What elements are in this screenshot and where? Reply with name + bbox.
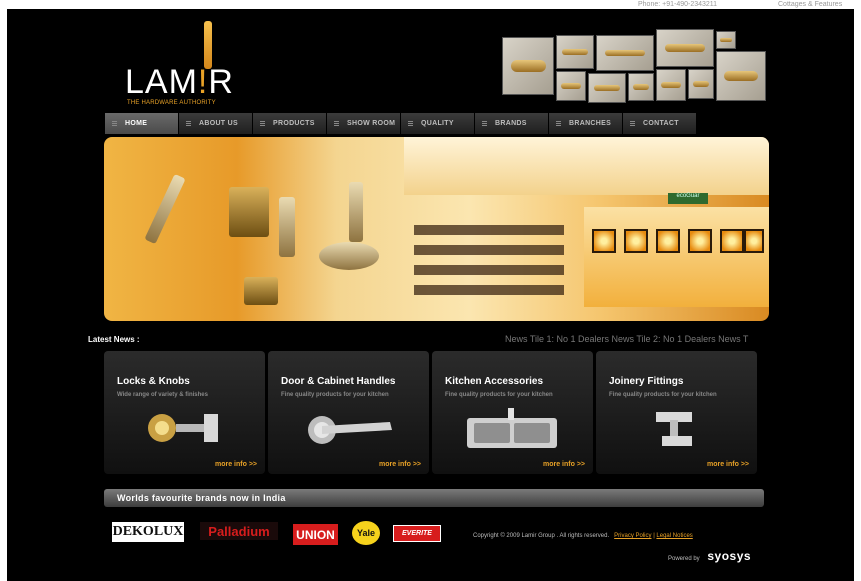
- nav-contact[interactable]: CONTACT: [623, 113, 697, 134]
- banner-hinge-image: [244, 277, 278, 305]
- page-container: LAM!R THE HARDWARE AUTHORITY HOME ABOUT …: [7, 9, 854, 581]
- banner-display-panel: [624, 229, 648, 253]
- brand-logo-everite[interactable]: EVERITE: [393, 525, 441, 542]
- nav-bullet-icon: [482, 121, 487, 126]
- banner-ceiling: [404, 137, 769, 195]
- card-title: Door & Cabinet Handles: [281, 376, 396, 387]
- collage-tile: [596, 35, 654, 71]
- nav-bullet-icon: [260, 121, 265, 126]
- brand-logo-dekolux[interactable]: DEKOLUX: [112, 522, 184, 542]
- nav-branches[interactable]: BRANCHES: [549, 113, 623, 134]
- card-subtitle: Fine quality products for your kitchen: [281, 392, 389, 398]
- nav-quality[interactable]: QUALITY: [401, 113, 475, 134]
- banner-display-panel: [592, 229, 616, 253]
- brands-heading-bar: Worlds favourite brands now in India: [104, 489, 764, 507]
- more-info-link[interactable]: more info >>: [707, 461, 749, 468]
- collage-tile: [556, 71, 586, 101]
- lock-knob-icon: [148, 414, 218, 442]
- banner-store-sign: ecoGuar: [668, 193, 708, 204]
- card-title: Kitchen Accessories: [445, 376, 544, 387]
- nav-bullet-icon: [630, 121, 635, 126]
- card-subtitle: Fine quality products for your kitchen: [445, 392, 553, 398]
- more-info-link[interactable]: more info >>: [215, 461, 257, 468]
- site-logo[interactable]: LAM!R THE HARDWARE AUTHORITY: [125, 21, 245, 106]
- product-categories: Locks & Knobs Wide range of variety & fi…: [104, 351, 759, 474]
- logo-exclamation-bar: [204, 21, 212, 69]
- banner-plate-image: [349, 182, 363, 242]
- banner-shelf: [414, 285, 564, 295]
- collage-tile: [688, 69, 714, 99]
- banner-display-panel: [688, 229, 712, 253]
- banner-handle-image: [144, 173, 186, 245]
- developer-logo[interactable]: syosys: [707, 549, 751, 563]
- banner-lock-image: [229, 187, 269, 237]
- collage-tile: [656, 29, 714, 67]
- card-subtitle: Fine quality products for your kitchen: [609, 392, 717, 398]
- banner-shelf: [414, 225, 564, 235]
- card-title: Joinery Fittings: [609, 376, 684, 387]
- hinge-fitting-icon: [656, 412, 692, 446]
- card-subtitle: Wide range of variety & finishes: [117, 392, 208, 398]
- banner-display-panel: [720, 229, 744, 253]
- product-card-joinery[interactable]: Joinery Fittings Fine quality products f…: [596, 351, 757, 474]
- logo-tagline: THE HARDWARE AUTHORITY: [127, 100, 216, 106]
- nav-brands[interactable]: BRANDS: [475, 113, 549, 134]
- collage-tile: [556, 35, 594, 69]
- nav-home[interactable]: HOME: [105, 113, 179, 134]
- powered-by: Powered by syosys: [668, 549, 752, 563]
- latest-news-label: Latest News :: [88, 335, 140, 344]
- main-nav: HOME ABOUT US PRODUCTS SHOW ROOM QUALITY…: [105, 113, 705, 134]
- news-ticker[interactable]: News Tile 1: No 1 Dealers News Tile 2: N…: [505, 334, 753, 344]
- card-title: Locks & Knobs: [117, 376, 190, 387]
- privacy-policy-link[interactable]: Privacy Policy: [614, 533, 651, 539]
- collage-tile: [716, 51, 766, 101]
- door-handle-icon: [308, 416, 392, 444]
- banner-plate-image: [279, 197, 295, 257]
- nav-bullet-icon: [408, 121, 413, 126]
- banner-ring-handle-image: [319, 242, 379, 270]
- nav-about-us[interactable]: ABOUT US: [179, 113, 253, 134]
- header-product-collage: [502, 17, 769, 105]
- legal-notices-link[interactable]: Legal Notices: [656, 533, 692, 539]
- brand-logo-yale[interactable]: Yale: [352, 521, 380, 545]
- nav-bullet-icon: [334, 121, 339, 126]
- more-info-link[interactable]: more info >>: [379, 461, 421, 468]
- brand-logo-union[interactable]: UNION: [293, 524, 338, 545]
- banner-display-panel: [744, 229, 764, 253]
- logo-wordmark: LAM!R: [125, 63, 234, 101]
- nav-bullet-icon: [556, 121, 561, 126]
- brand-logo-palladium[interactable]: Palladium: [200, 522, 278, 540]
- showroom-banner: ecoGuar: [104, 137, 769, 321]
- product-card-handles[interactable]: Door & Cabinet Handles Fine quality prod…: [268, 351, 429, 474]
- collage-tile: [716, 31, 736, 49]
- banner-display-panel: [656, 229, 680, 253]
- phone-number: Phone: +91-490-2343211: [638, 1, 718, 8]
- footer-copyright: Copyright © 2009 Lamir Group . All right…: [473, 533, 693, 539]
- nav-products[interactable]: PRODUCTS: [253, 113, 327, 134]
- collage-tile: [628, 73, 654, 101]
- more-info-link[interactable]: more info >>: [543, 461, 585, 468]
- link-separator: |: [653, 533, 655, 539]
- nav-bullet-icon: [186, 121, 191, 126]
- product-card-kitchen[interactable]: Kitchen Accessories Fine quality product…: [432, 351, 593, 474]
- product-card-locks[interactable]: Locks & Knobs Wide range of variety & fi…: [104, 351, 265, 474]
- nav-bullet-icon: [112, 121, 117, 126]
- brands-heading: Worlds favourite brands now in India: [117, 493, 286, 503]
- collage-tile: [502, 37, 554, 95]
- kitchen-sink-icon: [467, 408, 557, 448]
- collage-tile: [656, 69, 686, 101]
- banner-display-wall: [584, 207, 769, 307]
- top-link-cottages[interactable]: Cottages & Features: [778, 1, 842, 8]
- collage-tile: [588, 73, 626, 103]
- banner-shelf: [414, 265, 564, 275]
- banner-shelf: [414, 245, 564, 255]
- nav-show-room[interactable]: SHOW ROOM: [327, 113, 401, 134]
